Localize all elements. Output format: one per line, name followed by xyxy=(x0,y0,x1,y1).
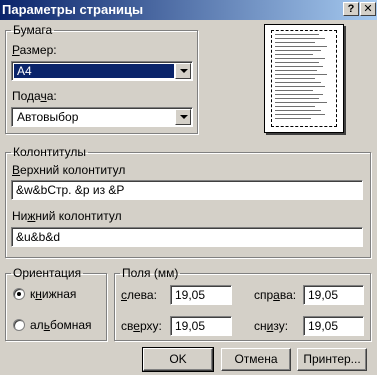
orientation-group-label: Ориентация xyxy=(13,266,82,280)
printer-button[interactable]: Принтер... xyxy=(297,348,367,371)
landscape-radio[interactable] xyxy=(13,319,25,331)
margin-bottom-label: снизу: xyxy=(254,319,289,333)
paper-source-value: Автовыбор xyxy=(17,110,79,124)
margin-top-label: сверху: xyxy=(121,319,162,333)
paper-size-select[interactable]: A4 xyxy=(11,61,193,81)
paper-group-label: Бумага xyxy=(13,23,53,37)
portrait-radio[interactable] xyxy=(13,288,25,300)
portrait-label[interactable]: книжная xyxy=(30,287,76,301)
cancel-button[interactable]: Отмена xyxy=(221,348,291,371)
paper-source-label: Подача: xyxy=(12,89,57,103)
window-title: Параметры страницы xyxy=(2,2,144,17)
paper-size-value: A4 xyxy=(14,64,174,78)
header-label: Верхний колонтитул xyxy=(12,163,126,177)
help-button[interactable]: ? xyxy=(343,2,359,16)
footer-input[interactable]: &u&b&d xyxy=(11,227,363,247)
paper-size-label: Размер: xyxy=(12,43,57,57)
margin-top-input[interactable]: 19,05 xyxy=(170,316,232,336)
footer-label: Нижний колонтитул xyxy=(12,209,122,223)
headers-footers-group-label: Колонтитулы xyxy=(13,145,87,159)
margin-left-input[interactable]: 19,05 xyxy=(170,285,232,305)
paper-source-select[interactable]: Автовыбор xyxy=(11,107,193,127)
margins-group-label: Поля (мм) xyxy=(122,266,179,280)
page-preview xyxy=(264,24,344,133)
landscape-label[interactable]: альбомная xyxy=(30,318,92,332)
header-input[interactable]: &w&bСтр. &p из &P xyxy=(11,180,363,200)
margin-left-label: слева: xyxy=(121,288,157,302)
margin-right-input[interactable]: 19,05 xyxy=(303,285,364,305)
chevron-down-icon[interactable] xyxy=(175,63,191,79)
margin-right-label: справа: xyxy=(254,288,297,302)
ok-button[interactable]: OK xyxy=(142,347,214,372)
title-bar: Параметры страницы ? ✕ xyxy=(0,0,377,20)
close-button[interactable]: ✕ xyxy=(360,2,376,16)
margin-bottom-input[interactable]: 19,05 xyxy=(303,316,364,336)
chevron-down-icon[interactable] xyxy=(175,109,191,125)
page-preview-text-area xyxy=(271,30,337,127)
